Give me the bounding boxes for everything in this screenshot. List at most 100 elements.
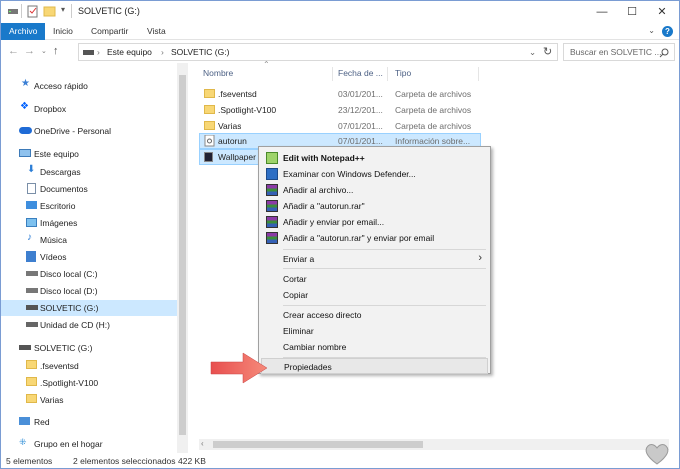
column-header-fecha[interactable]: Fecha de ... xyxy=(338,68,383,78)
search-box[interactable]: Buscar en SOLVETIC ... xyxy=(563,43,675,61)
file-name: Varias xyxy=(218,121,242,131)
breadcrumb-separator: › xyxy=(97,47,100,57)
menu-item-windows-defender[interactable]: Examinar con Windows Defender... xyxy=(261,166,488,182)
menu-separator xyxy=(283,305,486,306)
nav-item-imagenes[interactable]: Imágenes xyxy=(1,215,177,231)
address-bar[interactable]: › Este equipo › SOLVETIC (G:) ⌄ ↻ xyxy=(78,43,558,61)
menu-item-propiedades[interactable]: Propiedades xyxy=(261,358,488,374)
breadcrumb-solvetic[interactable]: SOLVETIC (G:) xyxy=(171,47,229,57)
menu-item-label: Eliminar xyxy=(283,326,314,336)
nav-item-grupo-hogar[interactable]: ⁜ Grupo en el hogar xyxy=(1,436,177,452)
nav-scrollbar[interactable] xyxy=(177,63,188,453)
menu-item-label: Enviar a xyxy=(283,254,315,264)
nav-item-spotlight[interactable]: .Spotlight-V100 xyxy=(1,375,177,391)
menu-item-cortar[interactable]: Cortar xyxy=(261,271,488,287)
nav-item-disco-c[interactable]: Disco local (C:) xyxy=(1,266,177,282)
nav-item-unidad-cd[interactable]: Unidad de CD (H:) xyxy=(1,317,177,333)
nav-item-dropbox[interactable]: ❖ Dropbox xyxy=(1,101,177,117)
cd-drive-icon xyxy=(26,322,38,327)
dropbox-icon: ❖ xyxy=(20,101,29,112)
column-header-nombre[interactable]: Nombre xyxy=(203,68,233,78)
menu-item-anadir-enviar-email[interactable]: Añadir y enviar por email... xyxy=(261,214,488,230)
network-icon xyxy=(19,417,30,425)
tab-inicio[interactable]: Inicio xyxy=(45,23,81,40)
new-folder-icon[interactable] xyxy=(43,5,56,17)
up-button[interactable]: ↑ xyxy=(53,45,59,57)
winrar-icon xyxy=(266,216,278,228)
nav-item-documentos[interactable]: Documentos xyxy=(1,181,177,197)
nav-item-disco-d[interactable]: Disco local (D:) xyxy=(1,283,177,299)
search-icon[interactable] xyxy=(659,48,669,58)
image-file-icon xyxy=(204,152,213,162)
nav-label: Varias xyxy=(40,395,64,405)
scroll-left-icon[interactable]: ‹ xyxy=(201,439,204,448)
menu-item-enviar-a[interactable]: Enviar a › xyxy=(261,251,488,267)
menu-item-label: Añadir a "autorun.rar" y enviar por emai… xyxy=(283,233,435,243)
menu-item-anadir-archivo[interactable]: Añadir al archivo... xyxy=(261,182,488,198)
document-icon xyxy=(27,183,36,194)
menu-item-edit-notepadpp[interactable]: Edit with Notepad++ xyxy=(261,150,488,166)
winrar-icon xyxy=(266,200,278,212)
nav-item-onedrive[interactable]: OneDrive - Personal xyxy=(1,123,177,139)
forward-button[interactable]: → xyxy=(24,45,35,57)
horizontal-scroll-thumb[interactable] xyxy=(213,441,423,448)
column-divider[interactable] xyxy=(332,67,333,81)
file-row-selected[interactable]: Wallpaper xyxy=(199,149,259,165)
nav-label: Unidad de CD (H:) xyxy=(40,320,110,330)
horizontal-scrollbar[interactable]: ‹ xyxy=(199,439,669,450)
menu-item-anadir-rar-enviar-email[interactable]: Añadir a "autorun.rar" y enviar por emai… xyxy=(261,230,488,246)
quick-access-dropdown-icon[interactable]: ▾ xyxy=(61,5,65,14)
file-row[interactable]: .Spotlight-V100 23/12/201... Carpeta de … xyxy=(199,102,481,118)
column-header-tipo[interactable]: Tipo xyxy=(395,68,411,78)
menu-item-cambiar-nombre[interactable]: Cambiar nombre xyxy=(261,339,488,355)
nav-label: OneDrive - Personal xyxy=(34,126,112,136)
ribbon-expand-icon[interactable]: ⌄ xyxy=(648,26,655,35)
nav-label: Vídeos xyxy=(40,252,67,262)
nav-item-descargas[interactable]: ⬇ Descargas xyxy=(1,164,177,180)
file-row[interactable]: Varias 07/01/201... Carpeta de archivos xyxy=(199,118,481,134)
nav-item-este-equipo[interactable]: Este equipo xyxy=(1,146,177,162)
breadcrumb-separator: › xyxy=(161,47,164,57)
tab-compartir[interactable]: Compartir xyxy=(83,23,136,40)
breadcrumb-este-equipo[interactable]: Este equipo xyxy=(107,47,152,57)
nav-item-fseventsd[interactable]: .fseventsd xyxy=(1,358,177,374)
drive-icon xyxy=(83,50,94,55)
back-button[interactable]: ← xyxy=(8,45,19,57)
menu-item-copiar[interactable]: Copiar xyxy=(261,287,488,303)
column-divider[interactable] xyxy=(478,67,479,81)
nav-label: Música xyxy=(40,235,67,245)
drive-icon[interactable] xyxy=(7,5,19,17)
nav-item-musica[interactable]: ♪ Música xyxy=(1,232,177,248)
column-divider[interactable] xyxy=(387,67,388,81)
search-input[interactable]: Buscar en SOLVETIC ... xyxy=(570,47,662,57)
nav-item-solvetic[interactable]: SOLVETIC (G:) xyxy=(1,340,177,356)
nav-item-videos[interactable]: Vídeos xyxy=(1,249,177,265)
drive-icon xyxy=(26,288,38,293)
music-icon: ♪ xyxy=(27,232,32,243)
nav-item-solvetic-selected[interactable]: SOLVETIC (G:) xyxy=(1,300,177,316)
file-row[interactable]: .fseventsd 03/01/201... Carpeta de archi… xyxy=(199,86,481,102)
nav-label: Acceso rápido xyxy=(34,81,88,91)
nav-label: Este equipo xyxy=(34,149,79,159)
nav-label: Dropbox xyxy=(34,104,67,114)
menu-item-crear-acceso-directo[interactable]: Crear acceso directo xyxy=(261,307,488,323)
help-icon[interactable]: ? xyxy=(662,26,673,37)
tab-archivo[interactable]: Archivo xyxy=(1,23,46,40)
tab-vista[interactable]: Vista xyxy=(139,23,174,40)
close-button[interactable]: ✕ xyxy=(647,1,677,23)
menu-item-eliminar[interactable]: Eliminar xyxy=(261,323,488,339)
nav-scroll-thumb[interactable] xyxy=(179,75,186,435)
folder-icon xyxy=(26,377,37,386)
nav-item-acceso-rapido[interactable]: ★ Acceso rápido xyxy=(1,78,177,94)
refresh-button[interactable]: ↻ xyxy=(543,45,552,58)
menu-item-anadir-autorun-rar[interactable]: Añadir a "autorun.rar" xyxy=(261,198,488,214)
properties-icon[interactable] xyxy=(27,5,39,18)
nav-item-red[interactable]: Red xyxy=(1,414,177,430)
maximize-button[interactable]: ☐ xyxy=(617,1,647,23)
recent-locations-icon[interactable]: ⌄ xyxy=(41,47,47,55)
nav-item-escritorio[interactable]: Escritorio xyxy=(1,198,177,214)
nav-item-varias[interactable]: Varias xyxy=(1,392,177,408)
address-dropdown-icon[interactable]: ⌄ xyxy=(529,47,536,58)
minimize-button[interactable]: — xyxy=(587,1,617,23)
file-date: 03/01/201... xyxy=(338,89,383,99)
